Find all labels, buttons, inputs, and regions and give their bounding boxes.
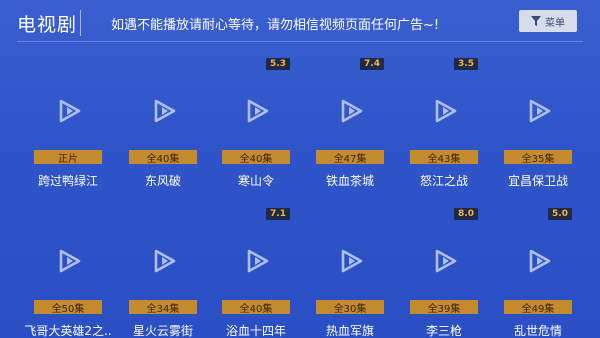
show-grid: 正片 跨过鸭绿江 全40集 东风破 5.3 全40集 寒山令 7.4 全47集 铁血茶城 3.5 全4… — [0, 0, 600, 338]
show-title[interactable]: 飞哥大英雄2之.. — [24, 322, 112, 338]
show-card[interactable]: 全50集飞哥大英雄2之.. — [24, 208, 112, 338]
score-badge: 7.4 — [360, 58, 384, 70]
play-icon — [338, 98, 364, 124]
show-title[interactable]: 寒山令 — [212, 172, 300, 189]
play-icon — [432, 248, 458, 274]
play-icon — [432, 98, 458, 124]
play-icon — [151, 248, 177, 274]
show-title[interactable]: 东风破 — [119, 172, 207, 189]
episode-badge: 全34集 — [129, 300, 197, 315]
play-icon — [244, 98, 270, 124]
play-icon — [526, 248, 552, 274]
episode-badge: 全30集 — [316, 300, 384, 315]
show-card[interactable]: 7.4 全47集 铁血茶城 — [312, 58, 388, 188]
show-poster[interactable]: 全30集 — [312, 208, 388, 316]
episode-badge: 全40集 — [222, 300, 290, 315]
show-title[interactable]: 跨过鸭绿江 — [24, 172, 112, 189]
score-badge: 8.0 — [454, 208, 478, 220]
show-title[interactable]: 李三枪 — [400, 322, 488, 338]
show-card[interactable]: 5.3 全40集 寒山令 — [218, 58, 294, 188]
show-poster[interactable]: 8.0 全39集 — [406, 208, 482, 316]
show-title[interactable]: 浴血十四年 — [212, 322, 300, 338]
show-poster[interactable]: 3.5 全43集 — [406, 58, 482, 166]
episode-badge: 全35集 — [504, 150, 572, 165]
show-title[interactable]: 怒江之战 — [400, 172, 488, 189]
play-icon — [338, 248, 364, 274]
show-poster[interactable]: 全40集 — [125, 58, 201, 166]
show-card[interactable]: 3.5 全43集 怒江之战 — [406, 58, 482, 188]
show-poster[interactable]: 全34集 — [125, 208, 201, 316]
show-card[interactable]: 全30集 热血军旗 — [312, 208, 388, 338]
play-icon — [526, 98, 552, 124]
show-poster[interactable]: 全50集 — [30, 208, 106, 316]
episode-badge: 全47集 — [316, 150, 384, 165]
show-title[interactable]: 乱世危情 — [494, 322, 582, 338]
show-title[interactable]: 星火云雾街 — [119, 322, 207, 338]
show-title[interactable]: 宜昌保卫战 — [494, 172, 582, 189]
show-poster[interactable]: 全35集 — [500, 58, 576, 166]
show-card[interactable]: 5.0 全49集 乱世危情 — [500, 208, 576, 338]
show-poster[interactable]: 5.3 全40集 — [218, 58, 294, 166]
show-title[interactable]: 铁血茶城 — [306, 172, 394, 189]
show-title[interactable]: 热血军旗 — [306, 322, 394, 338]
score-badge: 3.5 — [454, 58, 478, 70]
show-card[interactable]: 全35集 宜昌保卫战 — [500, 58, 576, 188]
score-badge: 7.1 — [266, 208, 290, 220]
show-card[interactable]: 7.1 全40集 浴血十四年 — [218, 208, 294, 338]
show-poster[interactable]: 正片 — [30, 58, 106, 166]
show-poster[interactable]: 7.1 全40集 — [218, 208, 294, 316]
play-icon — [151, 98, 177, 124]
show-card[interactable]: 全40集 东风破 — [125, 58, 201, 188]
show-poster[interactable]: 5.0 全49集 — [500, 208, 576, 316]
episode-badge: 正片 — [34, 150, 102, 165]
play-icon — [56, 248, 82, 274]
score-badge: 5.3 — [266, 58, 290, 70]
episode-badge: 全49集 — [504, 300, 572, 315]
show-card[interactable]: 正片 跨过鸭绿江 — [30, 58, 106, 188]
show-poster[interactable]: 7.4 全47集 — [312, 58, 388, 166]
show-card[interactable]: 全34集 星火云雾街 — [125, 208, 201, 338]
episode-badge: 全50集 — [34, 300, 102, 315]
episode-badge: 全40集 — [129, 150, 197, 165]
score-badge: 5.0 — [548, 208, 572, 220]
play-icon — [56, 98, 82, 124]
play-icon — [244, 248, 270, 274]
episode-badge: 全43集 — [410, 150, 478, 165]
episode-badge: 全39集 — [410, 300, 478, 315]
episode-badge: 全40集 — [222, 150, 290, 165]
show-card[interactable]: 8.0 全39集 李三枪 — [406, 208, 482, 338]
